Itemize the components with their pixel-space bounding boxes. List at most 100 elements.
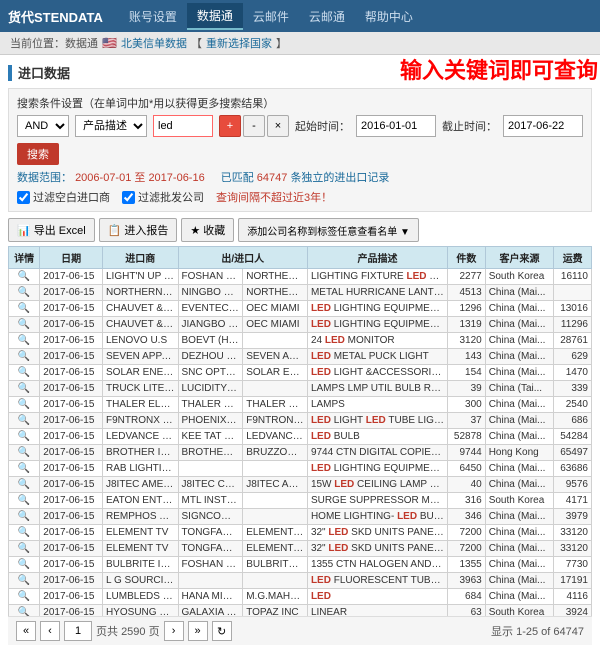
export-excel-btn[interactable]: 📊 导出 Excel bbox=[8, 218, 95, 242]
col-desc: 产品描述 bbox=[307, 247, 447, 269]
search-button[interactable]: 搜索 bbox=[17, 143, 59, 165]
row-qty: 684 bbox=[448, 589, 486, 605]
row-exporter: BOEVT (HONG K... bbox=[178, 333, 243, 349]
row-exporter: EVENTEC LIMITED bbox=[178, 301, 243, 317]
last-page-btn[interactable]: » bbox=[188, 621, 208, 641]
row-freight: 1470 bbox=[554, 365, 592, 381]
row-detail-btn[interactable]: 🔍 bbox=[9, 413, 40, 429]
row-detail-btn[interactable]: 🔍 bbox=[9, 445, 40, 461]
row-exporter: DEZHOU DODO ... bbox=[178, 349, 243, 365]
row-exporter: LUCIDITY ENTER... bbox=[178, 381, 243, 397]
row-date: 2017-06-15 bbox=[40, 349, 103, 365]
table-row: 🔍 2017-06-15 L G SOURCING, I... LED FLUO… bbox=[9, 573, 592, 589]
logic-select[interactable]: AND OR bbox=[17, 115, 69, 137]
date-from-label: 起始时间： bbox=[295, 118, 350, 134]
row-importer: ELEMENT TV bbox=[103, 541, 179, 557]
row-detail-btn[interactable]: 🔍 bbox=[9, 317, 40, 333]
row-detail-btn[interactable]: 🔍 bbox=[9, 333, 40, 349]
row-detail-btn[interactable]: 🔍 bbox=[9, 301, 40, 317]
row-qty: 39 bbox=[448, 381, 486, 397]
row-detail-btn[interactable]: 🔍 bbox=[9, 493, 40, 509]
breadcrumb-section[interactable]: 北美信单数据 bbox=[121, 35, 187, 51]
data-range-label: 数据范围： bbox=[17, 172, 72, 184]
row-freight: 339 bbox=[554, 381, 592, 397]
row-qty: 1296 bbox=[448, 301, 486, 317]
page-number-input[interactable] bbox=[64, 621, 92, 641]
row-freight: 63686 bbox=[554, 461, 592, 477]
col-freight: 运费 bbox=[554, 247, 592, 269]
prev-page-btn[interactable]: ‹ bbox=[40, 621, 60, 641]
row-date: 2017-06-15 bbox=[40, 301, 103, 317]
nav-item-data[interactable]: 数据通 bbox=[187, 3, 243, 30]
count-label: 显示 1-25 of 64747 bbox=[491, 623, 584, 639]
row-detail-btn[interactable]: 🔍 bbox=[9, 573, 40, 589]
row-freight: 33120 bbox=[554, 525, 592, 541]
row-agent: OEC MIAMI bbox=[243, 301, 308, 317]
nav-item-mail[interactable]: 云邮件 bbox=[243, 4, 299, 29]
date-from-input[interactable] bbox=[356, 115, 436, 137]
toolbar: 📊 导出 Excel 📋 进入报告 ★ 收藏 添加公司名称到标签任意查看名单 ▼ bbox=[8, 218, 592, 242]
top-nav: 货代STENDATA 账号设置 数据通 云邮件 云邮通 帮助中心 bbox=[0, 0, 600, 32]
row-date: 2017-06-15 bbox=[40, 525, 103, 541]
date-to-input[interactable] bbox=[503, 115, 583, 137]
row-origin: China (Mai... bbox=[485, 509, 554, 525]
row-detail-btn[interactable]: 🔍 bbox=[9, 397, 40, 413]
row-importer: SOLAR ENERGY ... bbox=[103, 365, 179, 381]
section-bar-icon bbox=[8, 65, 12, 81]
filter-remove-btn[interactable]: - bbox=[243, 115, 265, 137]
row-qty: 9744 bbox=[448, 445, 486, 461]
row-detail-btn[interactable]: 🔍 bbox=[9, 525, 40, 541]
nav-item-cloud[interactable]: 云邮通 bbox=[299, 4, 355, 29]
import-report-btn[interactable]: 📋 进入报告 bbox=[99, 218, 178, 242]
row-desc: 9744 CTN DIGITAL COPIER/PRINTER ACC FOR … bbox=[307, 445, 447, 461]
breadcrumb-home: 当前位置：数据通 bbox=[10, 35, 98, 51]
breadcrumb-action[interactable]: 重新选择国家 bbox=[206, 35, 272, 51]
row-detail-btn[interactable]: 🔍 bbox=[9, 557, 40, 573]
row-detail-btn[interactable]: 🔍 bbox=[9, 541, 40, 557]
row-detail-btn[interactable]: 🔍 bbox=[9, 429, 40, 445]
check-wholesale[interactable]: 过滤批发公司 bbox=[122, 189, 204, 205]
filter-add-btn[interactable]: + bbox=[219, 115, 241, 137]
row-qty: 63 bbox=[448, 605, 486, 617]
row-exporter: TONGFANG GLO... bbox=[178, 541, 243, 557]
keyword-input[interactable] bbox=[153, 115, 213, 137]
row-detail-btn[interactable]: 🔍 bbox=[9, 605, 40, 617]
row-exporter: J8ITEC CO., LTD. bbox=[178, 477, 243, 493]
row-agent: ELEMENT TV bbox=[243, 525, 308, 541]
row-detail-btn[interactable]: 🔍 bbox=[9, 589, 40, 605]
row-agent: TOPAZ INC bbox=[243, 605, 308, 617]
row-detail-btn[interactable]: 🔍 bbox=[9, 269, 40, 285]
row-detail-btn[interactable]: 🔍 bbox=[9, 349, 40, 365]
row-importer: SEVEN APPAREL bbox=[103, 349, 179, 365]
table-row: 🔍 2017-06-15 TRUCK LITE COM... LUCIDITY … bbox=[9, 381, 592, 397]
row-qty: 300 bbox=[448, 397, 486, 413]
check-empty-importer[interactable]: 过滤空白进口商 bbox=[17, 189, 110, 205]
nav-item-help[interactable]: 帮助中心 bbox=[355, 4, 423, 29]
row-exporter: HANA MICROELE... bbox=[178, 589, 243, 605]
nav-item-account[interactable]: 账号设置 bbox=[119, 4, 187, 29]
first-page-btn[interactable]: « bbox=[16, 621, 36, 641]
collect-btn[interactable]: ★ 收藏 bbox=[181, 218, 234, 242]
filter-clear-btn[interactable]: × bbox=[267, 115, 289, 137]
row-importer: BROTHER INTER... bbox=[103, 445, 179, 461]
next-page-btn[interactable]: › bbox=[164, 621, 184, 641]
row-desc: LED LIGHTING EQUIPMENT H.S.CO DE:9405409… bbox=[307, 317, 447, 333]
row-exporter: PHOENIX FOREIG... bbox=[178, 413, 243, 429]
row-desc: METAL HURRICANE LANTERN W LED CANDLE T..… bbox=[307, 285, 447, 301]
row-detail-btn[interactable]: 🔍 bbox=[9, 509, 40, 525]
row-detail-btn[interactable]: 🔍 bbox=[9, 461, 40, 477]
table-row: 🔍 2017-06-15 ELEMENT TV TONGFANG GLO... … bbox=[9, 525, 592, 541]
row-origin: China (Mai... bbox=[485, 317, 554, 333]
field-select[interactable]: 产品描述 进口商 出口商 bbox=[75, 115, 147, 137]
row-detail-btn[interactable]: 🔍 bbox=[9, 381, 40, 397]
add-supplier-btn[interactable]: 添加公司名称到标签任意查看名单 ▼ bbox=[238, 218, 419, 242]
refresh-btn[interactable]: ↻ bbox=[212, 621, 232, 641]
row-detail-btn[interactable]: 🔍 bbox=[9, 365, 40, 381]
row-desc: 32" LED SKD UNITS PANEL ASSEMBLY bbox=[307, 525, 447, 541]
row-importer: NORTHERN INTE... bbox=[103, 285, 179, 301]
row-agent bbox=[243, 333, 308, 349]
row-detail-btn[interactable]: 🔍 bbox=[9, 477, 40, 493]
row-origin: China (Mai... bbox=[485, 477, 554, 493]
match-info: 已匹配 64747 条独立的进出口记录 bbox=[221, 169, 390, 185]
row-detail-btn[interactable]: 🔍 bbox=[9, 285, 40, 301]
